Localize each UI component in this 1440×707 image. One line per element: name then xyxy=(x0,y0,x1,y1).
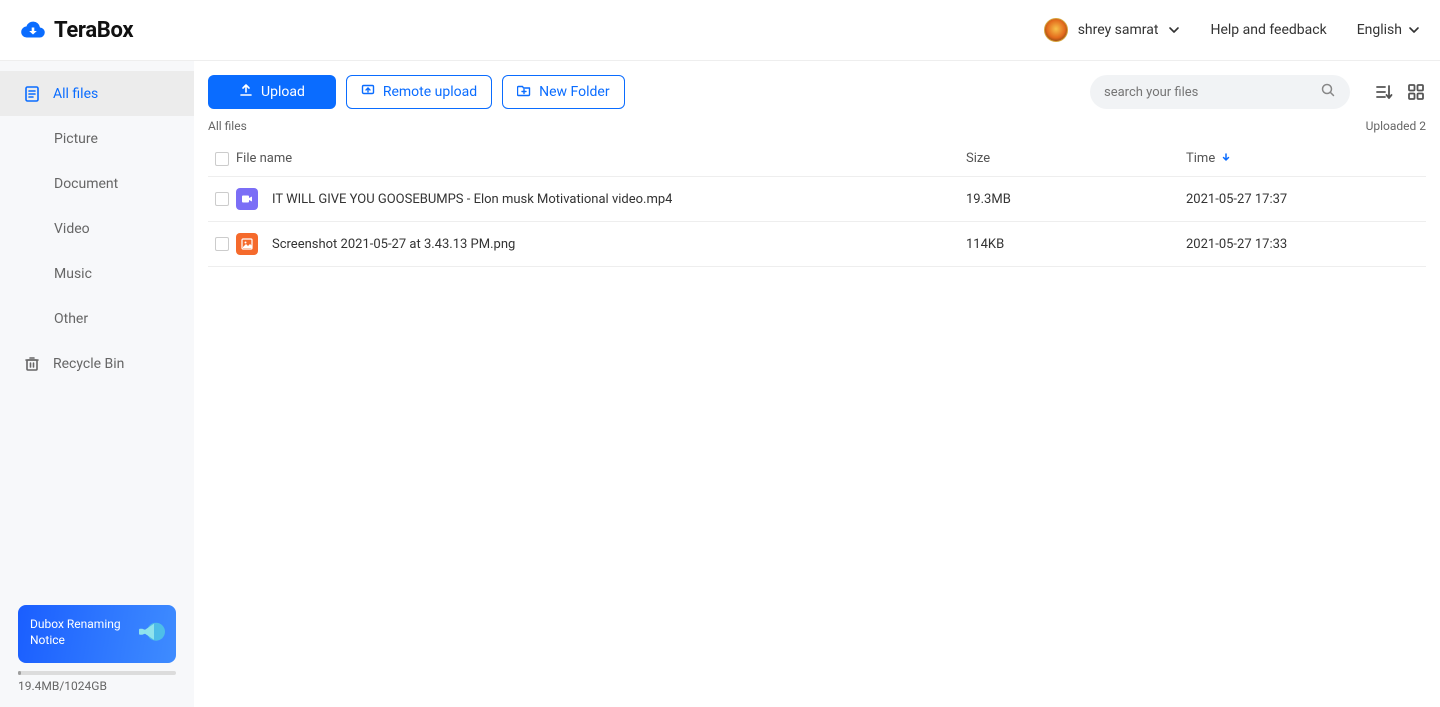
remote-upload-label: Remote upload xyxy=(383,84,477,100)
uploaded-count: Uploaded 2 xyxy=(1366,119,1426,133)
storage-bar xyxy=(18,671,176,675)
file-icon xyxy=(23,85,41,103)
sidebar-item-video[interactable]: Video xyxy=(0,206,194,251)
sidebar-item-all-files[interactable]: All files xyxy=(0,71,194,116)
select-all-checkbox[interactable] xyxy=(215,152,229,166)
sidebar: All files Picture Document Video Music Other R… xyxy=(0,61,194,707)
grid-view-button[interactable] xyxy=(1406,82,1426,102)
sort-button[interactable] xyxy=(1374,82,1394,102)
sidebar-item-label: Other xyxy=(54,311,88,327)
chevron-down-icon xyxy=(1168,24,1180,36)
remote-upload-button[interactable]: Remote upload xyxy=(346,75,492,109)
sort-desc-icon xyxy=(1221,151,1231,166)
help-link[interactable]: Help and feedback xyxy=(1210,22,1326,38)
sidebar-item-label: Recycle Bin xyxy=(53,356,124,372)
file-table: File name Size Time IT WILL GIVE YOU GOO… xyxy=(208,141,1426,267)
upload-button[interactable]: Upload xyxy=(208,75,336,109)
breadcrumb[interactable]: All files xyxy=(208,119,247,133)
table-row[interactable]: Screenshot 2021-05-27 at 3.43.13 PM.png 1… xyxy=(208,222,1426,267)
file-time: 2021-05-27 17:33 xyxy=(1186,237,1426,252)
upload-label: Upload xyxy=(261,84,305,100)
promo-banner[interactable]: Dubox Renaming Notice xyxy=(18,605,176,663)
sidebar-item-other[interactable]: Other xyxy=(0,296,194,341)
table-row[interactable]: IT WILL GIVE YOU GOOSEBUMPS - Elon musk … xyxy=(208,177,1426,222)
search-input[interactable] xyxy=(1104,85,1312,100)
app-header: TeraBox shrey samrat Help and feedback E… xyxy=(0,0,1440,61)
trash-icon xyxy=(23,355,41,373)
cloud-icon xyxy=(20,19,46,41)
col-header-time[interactable]: Time xyxy=(1186,151,1426,166)
image-file-icon xyxy=(236,233,258,255)
new-folder-icon xyxy=(517,83,531,101)
video-file-icon xyxy=(236,188,258,210)
row-checkbox[interactable] xyxy=(215,192,229,206)
brand-name: TeraBox xyxy=(54,18,133,43)
breadcrumb-row: All files Uploaded 2 xyxy=(208,119,1426,133)
remote-upload-icon xyxy=(361,83,375,101)
megaphone-icon xyxy=(134,615,168,654)
sidebar-item-label: Music xyxy=(54,266,92,282)
storage-bar-fill xyxy=(18,671,21,675)
sidebar-item-label: Video xyxy=(54,221,90,237)
sidebar-item-document[interactable]: Document xyxy=(0,161,194,206)
sidebar-item-label: Document xyxy=(54,176,118,192)
brand-logo[interactable]: TeraBox xyxy=(20,18,133,43)
toolbar: Upload Remote upload New Folder xyxy=(208,75,1426,109)
header-right: shrey samrat Help and feedback English xyxy=(1044,18,1420,42)
language-menu[interactable]: English xyxy=(1357,22,1420,38)
file-size: 19.3MB xyxy=(966,192,1186,207)
new-folder-button[interactable]: New Folder xyxy=(502,75,624,109)
sidebar-item-label: Picture xyxy=(54,131,98,147)
main-content: Upload Remote upload New Folder xyxy=(194,61,1440,707)
row-checkbox[interactable] xyxy=(215,237,229,251)
avatar xyxy=(1044,18,1068,42)
promo-text: Dubox Renaming Notice xyxy=(30,617,121,647)
file-size: 114KB xyxy=(966,237,1186,252)
col-header-time-label: Time xyxy=(1186,151,1215,166)
new-folder-label: New Folder xyxy=(539,84,609,100)
upload-icon xyxy=(239,83,253,101)
file-time: 2021-05-27 17:37 xyxy=(1186,192,1426,207)
view-toggle xyxy=(1374,82,1426,102)
file-name: IT WILL GIVE YOU GOOSEBUMPS - Elon musk … xyxy=(272,192,672,207)
user-menu[interactable]: shrey samrat xyxy=(1044,18,1181,42)
user-name-label: shrey samrat xyxy=(1078,22,1159,38)
file-name: Screenshot 2021-05-27 at 3.43.13 PM.png xyxy=(272,237,515,252)
sidebar-item-picture[interactable]: Picture xyxy=(0,116,194,161)
col-header-size[interactable]: Size xyxy=(966,151,1186,166)
search-box[interactable] xyxy=(1090,75,1350,109)
sidebar-item-label: All files xyxy=(53,86,98,102)
sidebar-item-recycle-bin[interactable]: Recycle Bin xyxy=(0,341,194,386)
table-header: File name Size Time xyxy=(208,141,1426,177)
sidebar-item-music[interactable]: Music xyxy=(0,251,194,296)
chevron-down-icon xyxy=(1408,24,1420,36)
search-icon xyxy=(1320,82,1336,102)
col-header-name[interactable]: File name xyxy=(236,151,966,166)
storage-text: 19.4MB/1024GB xyxy=(18,679,176,693)
language-label: English xyxy=(1357,22,1402,38)
